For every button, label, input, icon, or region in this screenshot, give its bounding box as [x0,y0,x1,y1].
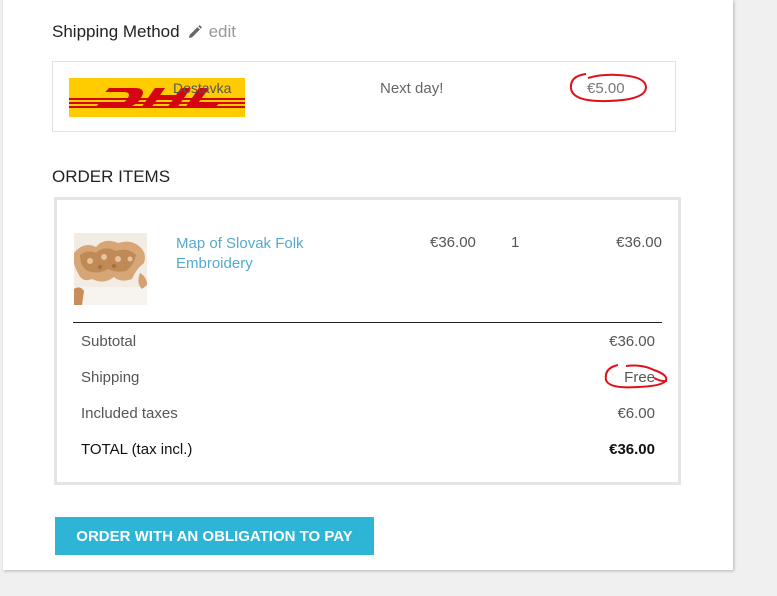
shipping-value: Free [624,369,655,386]
total-value: €36.00 [609,441,655,458]
summary-divider [73,322,662,323]
pencil-icon[interactable] [188,25,202,39]
carrier-option[interactable]: Dostavka Next day! €5.00 [52,61,676,132]
carrier-name: Dostavka [173,80,232,96]
taxes-label: Included taxes [81,405,178,422]
taxes-value: €6.00 [617,405,655,422]
shipping-method-title: Shipping Method [52,22,180,41]
product-thumbnail[interactable] [74,233,147,305]
total-label: TOTAL (tax incl.) [81,441,193,458]
subtotal-label: Subtotal [81,333,137,350]
order-items-box: Map of Slovak Folk Embroidery €36.00 1 €… [54,197,681,485]
product-unit-price: €36.00 [430,234,476,251]
carrier-delay: Next day! [380,80,444,97]
edit-shipping-link[interactable]: edit [209,22,236,42]
subtotal-value: €36.00 [609,333,655,350]
shipping-method-header: Shipping Method edit [52,22,236,42]
product-quantity: 1 [511,234,520,251]
order-button[interactable]: ORDER WITH AN OBLIGATION TO PAY [55,517,374,555]
order-items-title: ORDER ITEMS [52,167,171,186]
product-line-total: €36.00 [616,234,662,251]
shipping-label: Shipping [81,369,140,386]
product-name-link[interactable]: Map of Slovak Folk Embroidery [176,234,346,274]
carrier-price: €5.00 [587,80,625,97]
